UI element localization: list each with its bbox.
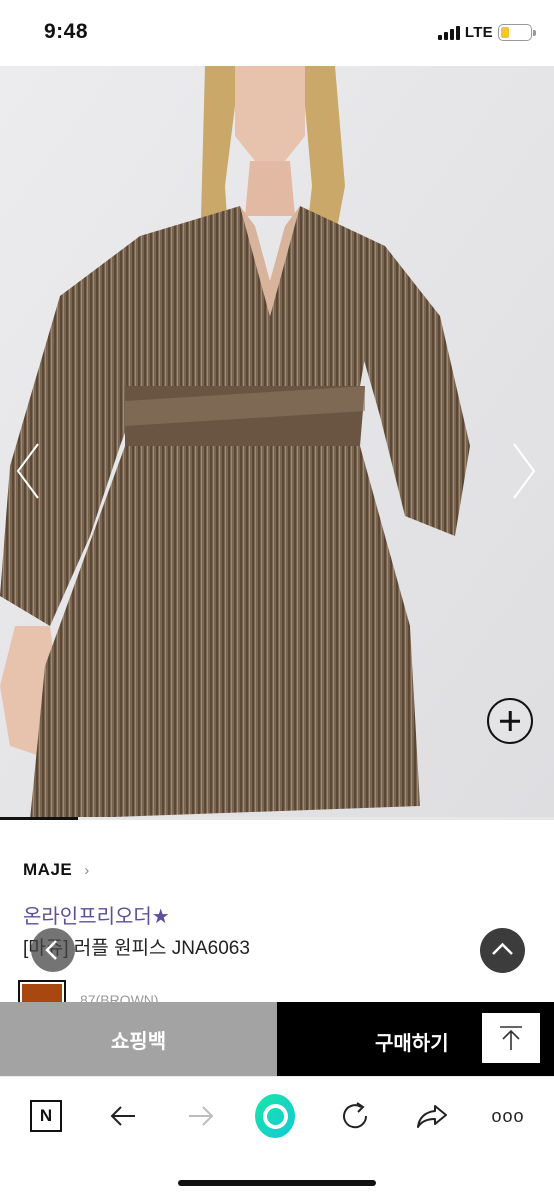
promo-label: 온라인프리오더★ (23, 906, 170, 928)
chevron-left-icon (45, 940, 57, 960)
back-arrow-icon[interactable] (103, 1096, 143, 1136)
brand-link[interactable]: MAJE › (23, 860, 89, 880)
product-info: MAJE › 온라인프리오더★ [마쥬] 러플 원피스 JNA6063 87(B… (0, 820, 554, 1008)
network-label: LTE (464, 24, 493, 41)
purchase-action-bar: 쇼핑백 구매하기 (0, 1002, 554, 1076)
signal-icon (437, 25, 460, 40)
naver-home-icon[interactable]: N (26, 1096, 66, 1136)
buy-button[interactable]: 구매하기 (277, 1002, 554, 1076)
battery-level (501, 27, 510, 38)
chevron-left-icon[interactable] (8, 436, 48, 506)
shopping-bag-button[interactable]: 쇼핑백 (0, 1002, 277, 1076)
share-icon[interactable] (412, 1096, 452, 1136)
chevron-up-icon (492, 942, 513, 955)
more-label: ooo (491, 1105, 525, 1126)
refresh-icon[interactable] (335, 1096, 375, 1136)
green-dot-badge (255, 1094, 295, 1138)
product-photo (0, 66, 554, 820)
status-time: 9:48 (44, 20, 89, 43)
status-indicators: LTE (437, 24, 536, 41)
forward-arrow-icon[interactable] (181, 1096, 221, 1136)
green-dot-icon[interactable] (255, 1094, 295, 1138)
back-button[interactable] (31, 928, 75, 972)
chevron-right-icon: › (84, 861, 90, 879)
brand-name: MAJE (23, 860, 73, 879)
browser-toolbar: N ooo (0, 1076, 554, 1156)
buy-button-label: 구매하기 (375, 1033, 449, 1055)
color-swatch-fill (22, 984, 62, 1004)
naver-home-label: N (30, 1100, 62, 1132)
chevron-right-icon[interactable] (504, 436, 544, 506)
more-icon[interactable]: ooo (488, 1096, 528, 1136)
battery-icon (498, 24, 536, 41)
arrow-up-to-line-icon (500, 1026, 522, 1050)
home-indicator (178, 1180, 376, 1186)
scroll-to-top-button[interactable] (482, 1013, 540, 1063)
plus-circle-icon[interactable] (487, 698, 533, 744)
product-image-gallery[interactable] (0, 66, 554, 820)
scroll-up-button[interactable] (480, 928, 525, 973)
status-bar: 9:48 LTE (0, 0, 554, 66)
